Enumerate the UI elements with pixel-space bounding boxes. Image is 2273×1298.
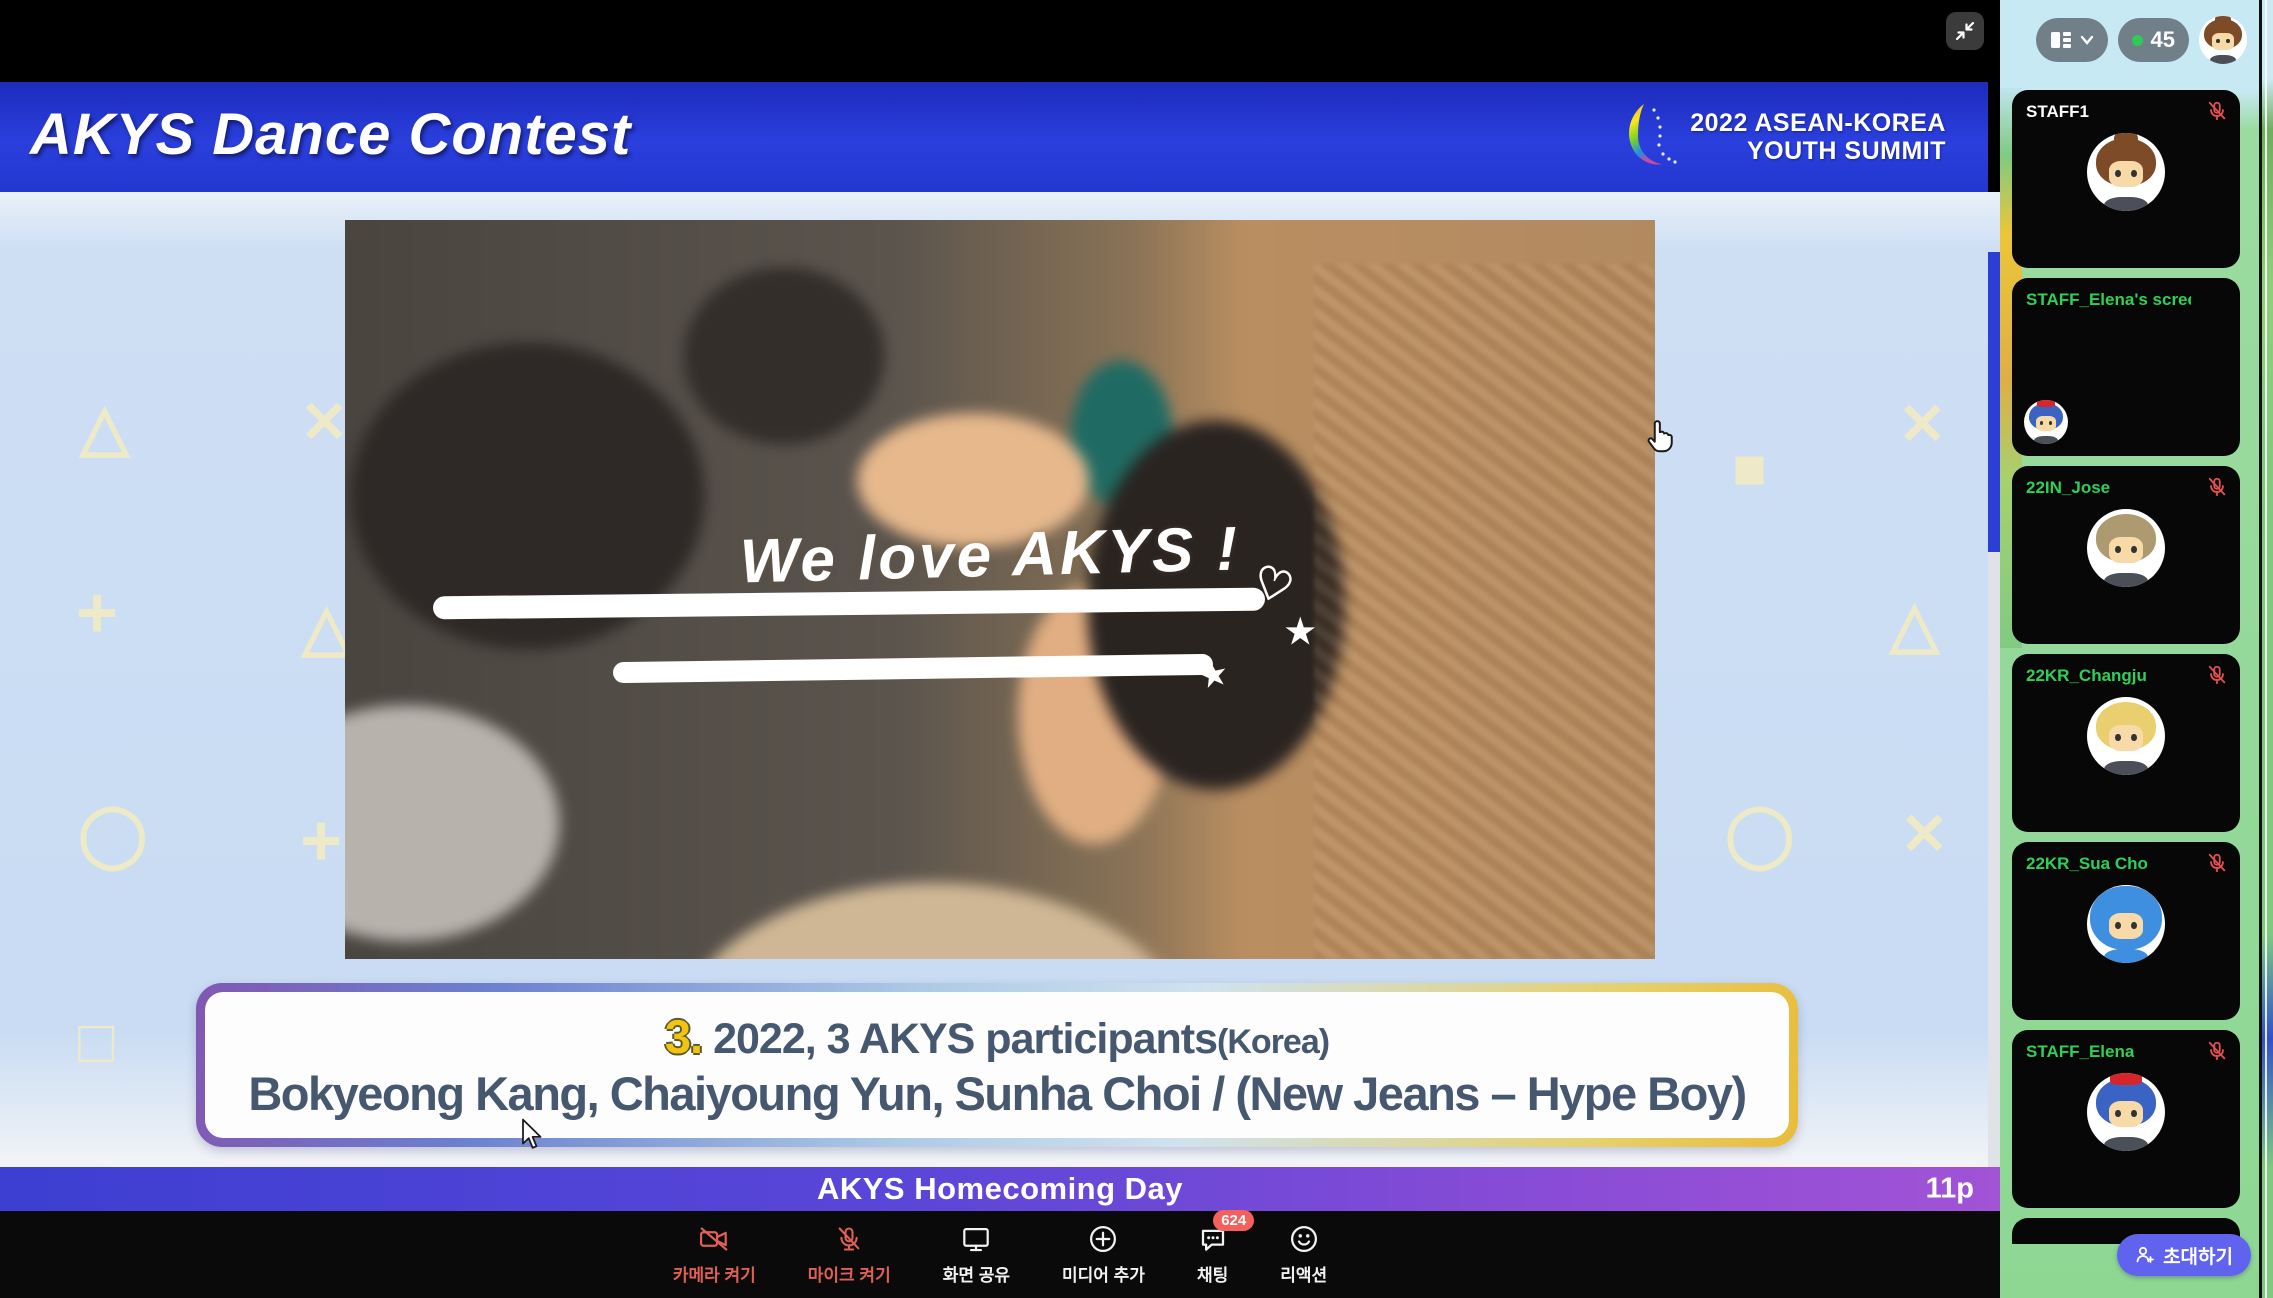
game-symbol-decoration: △ [1890, 587, 1939, 662]
slide-title: AKYS Dance Contest [30, 101, 631, 168]
slide-page-number: 11p [1926, 1173, 1974, 1206]
summit-logo-text: 2022 ASEAN-KOREA YOUTH SUMMIT [1690, 109, 1946, 165]
participant-avatar [2087, 885, 2165, 963]
star-doodle-icon: ★ [1285, 612, 1315, 652]
participant-tile[interactable]: STAFF_Elena [2012, 1030, 2240, 1208]
caption-line1: 3. 2022, 3 AKYS participants(Korea) [665, 1009, 1329, 1064]
smiley-icon [1289, 1224, 1319, 1254]
toolbar-label: 리액션 [1280, 1261, 1327, 1286]
window-edge-artifact [1988, 252, 2000, 552]
game-symbol-decoration: ✕ [1898, 390, 1947, 458]
person-plus-icon [2135, 1245, 2155, 1265]
photo-overlay-text: We love AKYS ! [739, 513, 1241, 597]
chat-unread-badge: 624 [1213, 1210, 1254, 1231]
game-symbol-decoration: + [76, 572, 118, 654]
participant-avatar [2024, 400, 2068, 444]
participant-tiles-list: STAFF1 STAFF_Elena's screen 22IN_Jose 2 [2012, 90, 2240, 1244]
sidebar-controls: 45 [2036, 16, 2247, 64]
toolbar-label: 미디어 추가 [1062, 1261, 1145, 1286]
camera-toggle-button[interactable]: 카메라 켜기 [673, 1224, 756, 1286]
caption-line2: Bokyeong Kang, Chaiyoung Yun, Sunha Choi… [248, 1066, 1745, 1121]
invite-button[interactable]: 초대하기 [2117, 1234, 2251, 1276]
reaction-button[interactable]: 리액션 [1280, 1224, 1327, 1286]
layout-toggle-button[interactable] [2036, 18, 2108, 62]
game-symbol-decoration: ✕ [300, 388, 349, 456]
collapse-icon [1953, 19, 1977, 43]
mic-off-icon [2206, 1040, 2228, 1062]
game-symbol-decoration: ◯ [78, 797, 147, 870]
participant-tile[interactable]: 22IN_Jose [2012, 466, 2240, 644]
mic-toggle-button[interactable]: 마이크 켜기 [808, 1224, 891, 1286]
participant-tile[interactable]: STAFF1 [2012, 90, 2240, 268]
slide-body: △✕◯+△+□✕■△◯✕□ We love AKYS ! ♡ ★ ★ 3. 20… [0, 192, 2000, 1167]
shared-screen-area: AKYS Dance Contest [0, 0, 2000, 1298]
add-media-button[interactable]: 미디어 추가 [1062, 1224, 1145, 1286]
app-root: AKYS Dance Contest [0, 0, 2273, 1298]
game-symbol-decoration: ✕ [1900, 800, 1949, 868]
caption-box: 3. 2022, 3 AKYS participants(Korea) Boky… [196, 983, 1798, 1147]
participant-tile[interactable]: 22KR_Sua Cho [2012, 842, 2240, 1020]
call-toolbar: 카메라 켜기 마이크 켜기 [0, 1211, 2000, 1298]
toolbar-label: 카메라 켜기 [673, 1261, 756, 1286]
caption-title-suffix: (Korea) [1217, 1023, 1329, 1061]
game-symbol-decoration: ■ [1732, 435, 1767, 502]
participant-count: 45 [2151, 27, 2175, 53]
game-symbol-decoration: △ [80, 390, 129, 465]
game-symbol-decoration: □ [78, 1007, 114, 1076]
slide-footer-bar: AKYS Homecoming Day 11p [0, 1167, 2000, 1211]
participant-name: 22KR_Sua Cho [2026, 854, 2148, 874]
summit-logo: 2022 ASEAN-KOREA YOUTH SUMMIT [1614, 98, 1946, 176]
participant-count-button[interactable]: 45 [2118, 18, 2189, 62]
game-symbol-decoration: ◯ [1725, 797, 1794, 870]
mic-off-icon [835, 1224, 863, 1254]
slide-header: AKYS Dance Contest [0, 82, 1988, 192]
contest-photo: We love AKYS ! ♡ ★ ★ [345, 220, 1655, 959]
caption-inner: 3. 2022, 3 AKYS participants(Korea) Boky… [205, 992, 1789, 1138]
summit-logo-line1: 2022 ASEAN-KOREA [1690, 109, 1946, 137]
toolbar-label: 채팅 [1197, 1261, 1228, 1286]
participant-avatar [2087, 1073, 2165, 1151]
screen-share-icon [960, 1224, 992, 1254]
toolbar-label: 화면 공유 [943, 1261, 1010, 1286]
mic-off-icon [2206, 852, 2228, 874]
caption-number: 3. [665, 1010, 702, 1063]
participant-name: STAFF_Elena's screen [2026, 290, 2191, 310]
self-avatar-button[interactable] [2199, 16, 2247, 64]
slide-footer-title: AKYS Homecoming Day [817, 1171, 1183, 1207]
participant-avatar [2087, 509, 2165, 587]
participant-name: STAFF_Elena [2026, 1042, 2134, 1062]
window-edge-artifact [1988, 552, 2000, 1167]
mic-off-icon [2206, 100, 2228, 122]
screen-share-button[interactable]: 화면 공유 [943, 1224, 1010, 1286]
game-symbol-decoration: △ [302, 590, 351, 665]
participants-sidebar: 45 STAFF1 STAFF_Elena's screen 22IN_Jose [2000, 0, 2273, 1298]
participant-name: 22IN_Jose [2026, 478, 2110, 498]
world-map-edge [2259, 0, 2273, 1298]
chevron-down-icon [2080, 35, 2094, 45]
online-status-dot [2132, 35, 2143, 46]
collapse-fullscreen-button[interactable] [1946, 12, 1984, 50]
chat-button[interactable]: 624 채팅 [1197, 1224, 1228, 1286]
summit-crescent-icon [1614, 98, 1680, 176]
participant-name: STAFF1 [2026, 102, 2089, 122]
caption-title: 2022, 3 AKYS participants [713, 1015, 1217, 1063]
mic-off-icon [2206, 664, 2228, 686]
invite-button-label: 초대하기 [2163, 1242, 2233, 1269]
mic-off-icon [2206, 476, 2228, 498]
game-symbol-decoration: + [300, 800, 342, 882]
top-letterbox [0, 0, 2000, 82]
participant-tile[interactable]: STAFF_Elena's screen [2012, 278, 2240, 456]
grid-layout-icon [2050, 30, 2072, 50]
camera-off-icon [698, 1224, 730, 1254]
participant-avatar [2087, 697, 2165, 775]
summit-logo-line2: YOUTH SUMMIT [1690, 137, 1946, 165]
photo-cork-wall [1314, 264, 1655, 959]
plus-circle-icon [1088, 1224, 1118, 1254]
toolbar-label: 마이크 켜기 [808, 1261, 891, 1286]
participant-tile[interactable]: 22KR_Changju [2012, 654, 2240, 832]
participant-name: 22KR_Changju [2026, 666, 2147, 686]
participant-avatar [2087, 133, 2165, 211]
